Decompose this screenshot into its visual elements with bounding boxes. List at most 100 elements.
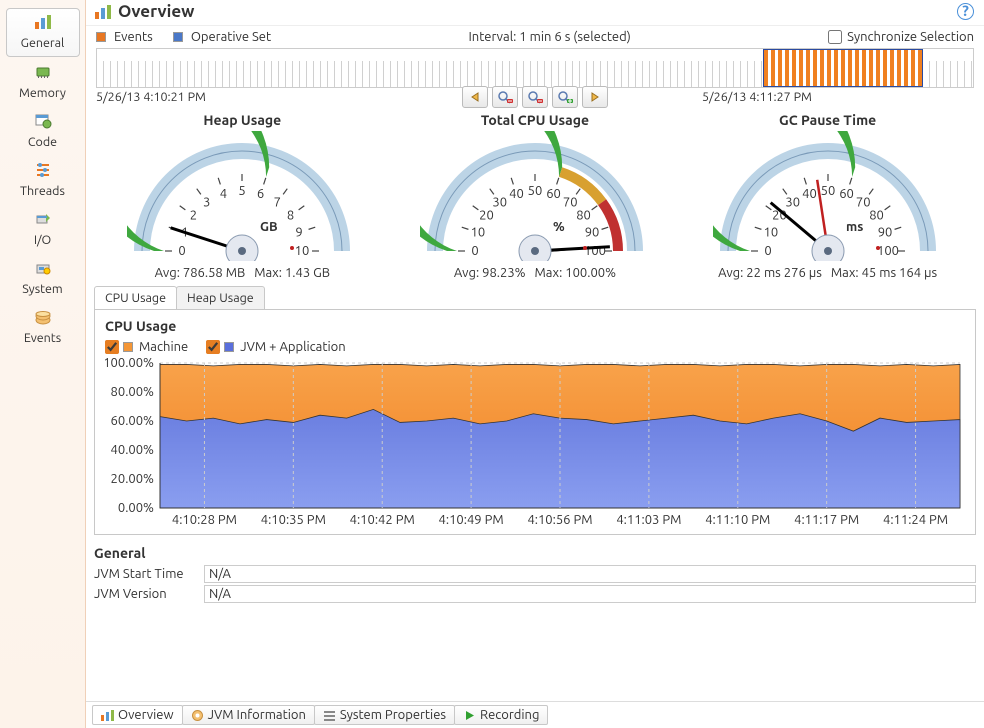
nav-next-button[interactable]: [582, 86, 608, 108]
cpu-usage-chart: 0.00%20.00%40.00%60.00%80.00%100.00% 4:1…: [105, 358, 965, 528]
svg-text:40.00%: 40.00%: [111, 443, 155, 457]
gauge-heap-usage: Heap Usage012345678910GBAvg: 786.58 MB M…: [106, 112, 378, 280]
timeline-bar[interactable]: [96, 48, 974, 88]
chart-heading: CPU Usage: [105, 318, 965, 334]
sidebar-item-label: Threads: [8, 184, 78, 198]
svg-text:30: 30: [785, 195, 800, 209]
sidebar-item-code[interactable]: Code: [6, 108, 80, 155]
sidebar-item-label: Memory: [8, 86, 78, 100]
svg-text:ms: ms: [846, 220, 863, 234]
sidebar-item-system[interactable]: System: [6, 255, 80, 302]
svg-text:2: 2: [190, 209, 197, 223]
svg-text:4:10:35 PM: 4:10:35 PM: [261, 513, 326, 527]
gear-icon: [191, 709, 204, 722]
sidebar-item-threads[interactable]: Threads: [6, 157, 80, 204]
svg-text:20: 20: [479, 209, 494, 223]
bottom-tab-recording[interactable]: Recording: [454, 705, 548, 725]
sidebar-item-io[interactable]: I/O: [6, 206, 80, 253]
sidebar-item-label: System: [8, 282, 78, 296]
legend-color-opset: [173, 32, 183, 42]
timeline-selection[interactable]: [763, 49, 923, 87]
svg-text:100.00%: 100.00%: [105, 358, 154, 370]
sync-checkbox[interactable]: [828, 30, 842, 44]
svg-text:4:10:49 PM: 4:10:49 PM: [439, 513, 504, 527]
svg-text:7: 7: [274, 195, 281, 209]
page-title: Overview: [118, 2, 194, 21]
bottom-tab-jvm-info[interactable]: JVM Information: [182, 705, 315, 725]
svg-text:70: 70: [563, 195, 578, 209]
gauge-gc-pause-time: GC Pause Time0102030405060708090100msAvg…: [692, 112, 964, 280]
sidebar-item-label: Code: [8, 135, 78, 149]
zoom-out-button[interactable]: [492, 86, 518, 108]
svg-text:4:10:42 PM: 4:10:42 PM: [350, 513, 415, 527]
interval-label: Interval: 1 min 6 s (selected): [277, 30, 822, 44]
svg-text:30: 30: [492, 195, 507, 209]
svg-text:8: 8: [287, 209, 294, 223]
svg-text:4:11:10 PM: 4:11:10 PM: [705, 513, 770, 527]
zoom-reset-button[interactable]: [522, 86, 548, 108]
sidebar-item-memory[interactable]: Memory: [6, 59, 80, 106]
svg-text:50: 50: [528, 184, 543, 198]
svg-text:4:10:28 PM: 4:10:28 PM: [172, 513, 237, 527]
svg-text:5: 5: [239, 184, 246, 198]
svg-text:4:11:24 PM: 4:11:24 PM: [883, 513, 948, 527]
timeline-start: 5/26/13 4:10:21 PM: [96, 90, 206, 104]
sync-selection-toggle[interactable]: Synchronize Selection: [828, 30, 974, 44]
overview-icon: [34, 13, 52, 31]
events-icon: [34, 308, 52, 326]
general-row: JVM VersionN/A: [94, 585, 976, 603]
legend-toggle[interactable]: JVM + Application: [206, 340, 345, 354]
bottom-tab-system-props[interactable]: System Properties: [314, 705, 455, 725]
tab-heap-usage[interactable]: Heap Usage: [176, 286, 265, 309]
svg-text:6: 6: [257, 187, 264, 201]
nav-prev-button[interactable]: [462, 86, 488, 108]
threads-icon: [34, 161, 52, 179]
bottom-tabs: Overview JVM Information System Properti…: [86, 701, 984, 728]
sidebar-item-general[interactable]: General: [6, 8, 80, 57]
svg-text:90: 90: [585, 225, 600, 239]
general-row-value: N/A: [204, 565, 976, 583]
svg-text:60: 60: [839, 187, 854, 201]
svg-text:4:11:03 PM: 4:11:03 PM: [616, 513, 681, 527]
code-icon: [34, 112, 52, 130]
help-icon[interactable]: ?: [957, 3, 974, 20]
play-icon: [463, 709, 476, 722]
svg-text:20.00%: 20.00%: [111, 472, 155, 486]
timeline-end: 5/26/13 4:11:27 PM: [702, 90, 812, 104]
svg-text:50: 50: [820, 184, 835, 198]
page-header: Overview ?: [86, 0, 984, 26]
zoom-in-button[interactable]: [552, 86, 578, 108]
sidebar-item-label: Events: [8, 331, 78, 345]
svg-text:10: 10: [471, 225, 486, 239]
legend-toggle[interactable]: Machine: [105, 340, 188, 354]
svg-text:%: %: [553, 220, 565, 234]
svg-text:0: 0: [179, 244, 186, 258]
bottom-tab-overview[interactable]: Overview: [92, 705, 183, 725]
tab-cpu-usage[interactable]: CPU Usage: [94, 286, 177, 309]
svg-text:40: 40: [802, 187, 817, 201]
legend-label: Operative Set: [191, 30, 271, 44]
legend-color-events: [96, 32, 106, 42]
svg-text:4:10:56 PM: 4:10:56 PM: [527, 513, 592, 527]
svg-text:0: 0: [471, 244, 478, 258]
sidebar-item-events[interactable]: Events: [6, 304, 80, 351]
svg-text:70: 70: [856, 195, 871, 209]
system-icon: [34, 259, 52, 277]
svg-text:90: 90: [877, 225, 892, 239]
overview-icon: [101, 709, 114, 722]
top-legend-bar: Events Operative Set Interval: 1 min 6 s…: [86, 26, 984, 48]
chart-tabs: CPU Usage Heap Usage: [94, 286, 976, 309]
general-row-label: JVM Version: [94, 587, 204, 601]
svg-text:100: 100: [877, 244, 899, 258]
general-heading: General: [94, 545, 976, 561]
svg-text:10: 10: [295, 244, 310, 258]
svg-text:80: 80: [576, 209, 591, 223]
gauges-row: Heap Usage012345678910GBAvg: 786.58 MB M…: [86, 110, 984, 286]
general-row-label: JVM Start Time: [94, 567, 204, 581]
chart-panel: CPU Usage MachineJVM + Application 0.00%…: [94, 309, 976, 535]
general-row-value: N/A: [204, 585, 976, 603]
svg-text:4: 4: [220, 187, 227, 201]
general-row: JVM Start TimeN/A: [94, 565, 976, 583]
sidebar: General Memory Code Threads I/O System E…: [0, 0, 86, 728]
sync-label: Synchronize Selection: [847, 30, 974, 44]
